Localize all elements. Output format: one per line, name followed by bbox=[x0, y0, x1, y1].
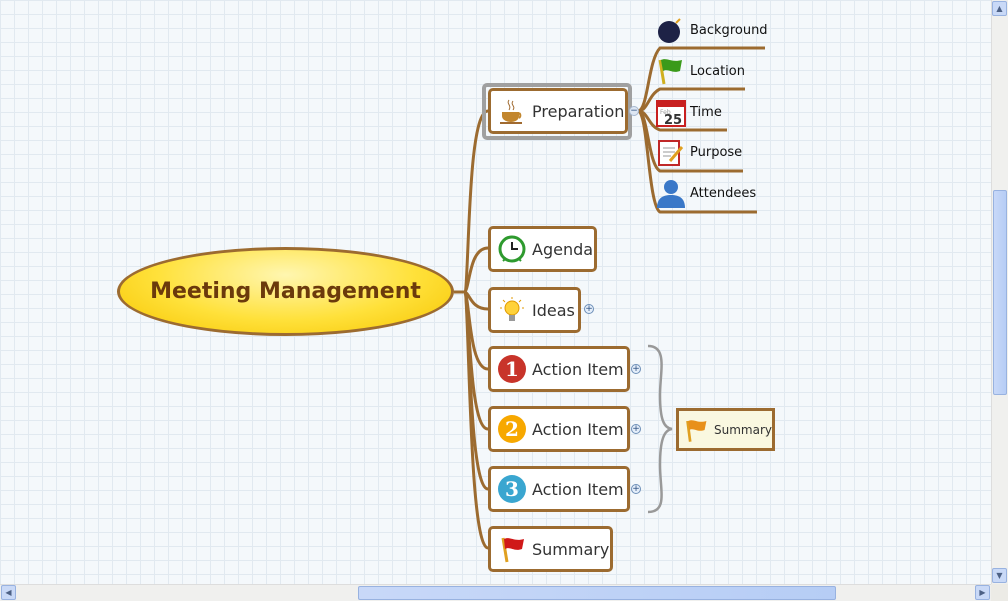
bomb-icon bbox=[658, 18, 681, 43]
topic-ideas[interactable]: Ideas bbox=[488, 287, 581, 333]
svg-text:1: 1 bbox=[505, 357, 519, 381]
svg-text:2: 2 bbox=[505, 417, 519, 441]
number-1-icon: 1 bbox=[498, 355, 526, 383]
red-flag-icon bbox=[501, 537, 524, 563]
lightbulb-icon bbox=[500, 297, 524, 321]
subtopic-background[interactable]: Background bbox=[656, 15, 768, 45]
calendar-icon: Feb25 bbox=[656, 100, 686, 127]
alarm-clock-icon bbox=[498, 235, 526, 263]
topic-action-item-1[interactable]: 1 Action Item bbox=[488, 346, 630, 392]
svg-text:3: 3 bbox=[505, 477, 519, 501]
vertical-scrollbar[interactable]: ▲ ▼ bbox=[991, 0, 1008, 584]
number-2-icon: 2 bbox=[498, 415, 526, 443]
scrollbar-corner bbox=[991, 584, 1008, 601]
central-topic[interactable]: Meeting Management bbox=[117, 247, 454, 336]
clipboard-icon bbox=[658, 140, 684, 166]
collapse-toggle[interactable]: − bbox=[629, 106, 639, 116]
topic-preparation[interactable]: Preparation bbox=[488, 88, 628, 134]
expand-toggle[interactable]: + bbox=[584, 304, 594, 314]
horizontal-scrollbar[interactable]: ◀ ▶ bbox=[0, 584, 991, 601]
person-icon bbox=[657, 180, 685, 208]
topic-agenda[interactable]: Agenda bbox=[488, 226, 597, 272]
number-3-icon: 3 bbox=[498, 475, 526, 503]
expand-toggle[interactable]: + bbox=[631, 364, 641, 374]
scroll-left-button[interactable]: ◀ bbox=[1, 585, 16, 600]
green-flag-icon bbox=[658, 59, 682, 85]
topic-action-item-3[interactable]: 3 Action Item bbox=[488, 466, 630, 512]
scroll-up-button[interactable]: ▲ bbox=[992, 1, 1007, 16]
orange-flag-icon bbox=[686, 419, 707, 442]
scroll-right-button[interactable]: ▶ bbox=[975, 585, 990, 600]
summary-callout[interactable]: Summary bbox=[676, 408, 775, 451]
subtopic-time[interactable]: Feb 25 Time bbox=[656, 97, 722, 127]
expand-toggle[interactable]: + bbox=[631, 484, 641, 494]
expand-toggle[interactable]: + bbox=[631, 424, 641, 434]
subtopic-location[interactable]: Location bbox=[656, 56, 745, 86]
coffee-cup-icon bbox=[500, 99, 522, 124]
svg-text:25: 25 bbox=[664, 113, 682, 127]
scroll-down-button[interactable]: ▼ bbox=[992, 568, 1007, 583]
vertical-scroll-thumb[interactable] bbox=[993, 190, 1007, 395]
subtopic-attendees[interactable]: Attendees bbox=[656, 178, 756, 208]
topic-action-item-2[interactable]: 2 Action Item bbox=[488, 406, 630, 452]
topic-summary[interactable]: Summary bbox=[488, 526, 613, 572]
horizontal-scroll-thumb[interactable] bbox=[358, 586, 836, 600]
subtopic-purpose[interactable]: Purpose bbox=[656, 137, 742, 167]
